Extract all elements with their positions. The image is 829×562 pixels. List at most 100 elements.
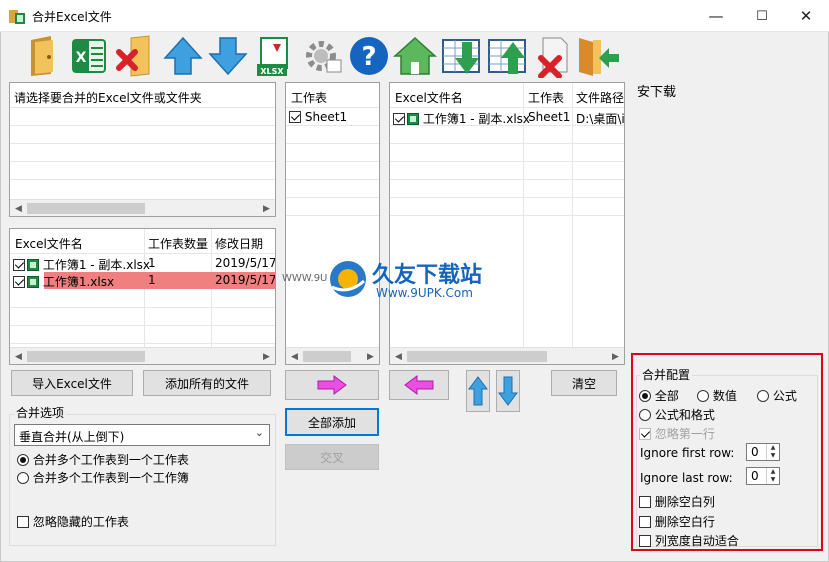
scroll-right-icon[interactable]: ▶ [258,348,275,364]
move-up-icon[interactable] [161,34,205,78]
export-down-icon[interactable] [439,34,483,78]
checkbox-label: 忽略隐藏的工作表 [32,515,129,529]
row-checkbox[interactable] [13,276,25,288]
convert-xlsx-icon[interactable]: XLSX [253,34,297,78]
watermark-logo-icon [330,261,366,297]
scroll-left-icon[interactable]: ◀ [10,200,27,216]
folder-panel[interactable]: 请选择要合并的Excel文件或文件夹 ◀ ▶ [9,82,276,217]
help-icon[interactable]: ? [347,34,391,78]
radio-icon [639,390,651,402]
add-all-button[interactable]: 全部添加 [285,408,379,436]
files-panel[interactable]: Excel文件名 工作表数量 修改日期 工作簿1 - 副本.xlsx 1 201… [9,228,276,365]
selected-hscrollbar[interactable]: ◀ ▶ [390,347,624,364]
ignore-first-checkbox[interactable]: 忽略第一行 [639,425,715,442]
radio-label: 公式和格式 [654,408,715,422]
sheet-count: 1 [148,273,156,287]
watermark-url: Www.9UPK.Com [376,286,473,300]
stepper-value: 0 [751,445,759,459]
col-header-sheet-count[interactable]: 工作表数量 [148,235,208,252]
row-checkbox[interactable] [393,113,405,125]
close-button[interactable]: ✕ [783,0,829,32]
scroll-right-icon[interactable]: ▶ [607,348,624,364]
scroll-left-icon[interactable]: ◀ [286,348,303,364]
watermark-prefix: WWW.9U [282,273,328,284]
home-icon[interactable] [393,34,437,78]
table-row[interactable]: 工作簿1 - 副本.xlsx 1 2019/5/17 1 [10,254,276,272]
radio-formula[interactable]: 公式 [757,387,797,404]
app-icon [9,9,25,25]
add-all-files-button[interactable]: 添加所有的文件 [143,370,271,396]
add-right-button[interactable] [285,370,379,400]
selected-panel[interactable]: Excel文件名 工作表 文件路径 工作簿1 - 副本.xlsx Sheet1 … [389,82,625,365]
remove-folder-icon[interactable] [115,34,159,78]
sheets-hscrollbar[interactable]: ◀ ▶ [286,347,379,364]
sheets-panel[interactable]: 工作表 Sheet1 ◀ ▶ [285,82,380,365]
merge-mode-select[interactable]: 垂直合并(从上倒下) ⌄ [14,424,270,446]
import-excel-button[interactable]: 导入Excel文件 [11,370,133,396]
ignore-first-row-stepper[interactable]: 0 ▲ ▼ [746,443,780,461]
chevron-down-icon: ⌄ [254,426,264,439]
minimize-button[interactable]: — [693,0,739,32]
col-header-sheet[interactable]: 工作表 [528,89,564,106]
ignore-last-row-stepper[interactable]: 0 ▲ ▼ [746,467,780,485]
table-row[interactable]: 工作簿1.xlsx 1 2019/5/17 1 [10,272,276,289]
merge-mode-value: 垂直合并(从上倒下) [19,430,125,444]
move-up-button[interactable] [466,370,490,412]
delete-file-icon[interactable] [531,34,575,79]
settings-icon[interactable] [301,34,345,78]
stepper-arrows-icon[interactable]: ▲ ▼ [766,468,779,484]
watermark: WWW.9U 久友下载站 Www.9UPK.Com [282,255,532,305]
arrow-right-icon [317,375,347,395]
radio-label: 公式 [772,389,797,403]
col-header-path[interactable]: 文件路径 [576,89,624,106]
autofit-checkbox[interactable]: 列宽度自动适合 [639,532,739,549]
radio-merge-to-sheet[interactable]: 合并多个工作表到一个工作表 [17,451,189,468]
col-header-modified[interactable]: 修改日期 [215,235,263,252]
arrow-down-icon [498,376,518,406]
ignore-last-row-label: Ignore last row: [640,471,733,485]
scroll-right-icon[interactable]: ▶ [258,200,275,216]
list-item[interactable]: Sheet1 [289,110,347,124]
remove-left-button[interactable] [389,370,449,400]
table-row[interactable]: 工作簿1 - 副本.xlsx Sheet1 D:\桌面\i [390,108,624,126]
ignore-hidden-checkbox[interactable]: 忽略隐藏的工作表 [17,513,129,530]
delete-blank-cols-checkbox[interactable]: 删除空白列 [639,493,715,510]
sheet-name: Sheet1 [304,110,348,124]
radio-all[interactable]: 全部 [639,387,679,404]
open-folder-icon[interactable] [21,34,65,78]
cross-button[interactable]: 交叉 [285,444,379,470]
export-up-icon[interactable] [485,34,529,78]
modified-date: 2019/5/17 1 [215,256,276,270]
radio-formula-format[interactable]: 公式和格式 [639,406,715,423]
col-header-filename[interactable]: Excel文件名 [395,89,463,106]
toolbar: X XLSX ? [9,32,679,82]
radio-label: 全部 [654,389,679,403]
radio-label: 合并多个工作表到一个工作表 [32,453,189,467]
scroll-left-icon[interactable]: ◀ [10,348,27,364]
radio-icon [757,390,769,402]
files-hscrollbar[interactable]: ◀ ▶ [10,347,275,364]
move-down-button[interactable] [496,370,520,412]
radio-merge-to-workbook[interactable]: 合并多个工作表到一个工作簿 [17,469,189,486]
exit-icon[interactable] [575,34,619,78]
folder-hscrollbar[interactable]: ◀ ▶ [10,199,275,216]
col-header-filename[interactable]: Excel文件名 [15,235,83,252]
stepper-arrows-icon[interactable]: ▲ ▼ [766,444,779,460]
scroll-right-icon[interactable]: ▶ [362,348,379,364]
radio-icon [17,472,29,484]
side-text: 安下载 [637,85,677,100]
radio-values[interactable]: 数值 [697,387,737,404]
sheet-checkbox[interactable] [289,111,301,123]
open-excel-icon[interactable]: X [67,34,111,78]
stepper-value: 0 [751,469,759,483]
modified-date: 2019/5/17 1 [215,273,276,287]
clear-button[interactable]: 清空 [551,370,617,396]
arrow-left-icon [404,375,434,395]
checkbox-icon [639,428,651,440]
move-down-icon[interactable] [206,34,250,78]
scroll-left-icon[interactable]: ◀ [390,348,407,364]
excel-file-icon [27,276,39,288]
row-checkbox[interactable] [13,259,25,271]
maximize-button[interactable]: ☐ [739,0,785,32]
delete-blank-rows-checkbox[interactable]: 删除空白行 [639,513,715,530]
